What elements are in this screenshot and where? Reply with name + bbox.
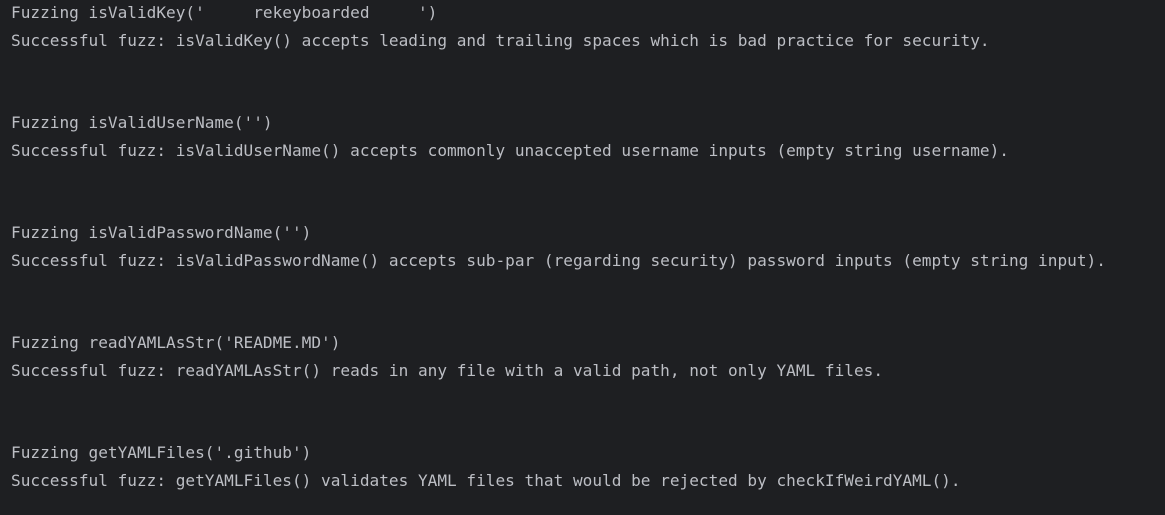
fuzz-input-line: Fuzzing isValidPasswordName(''): [11, 223, 312, 242]
fuzz-result-line: Successful fuzz: isValidPasswordName() a…: [11, 251, 1106, 270]
fuzz-result-line: Successful fuzz: isValidKey() accepts le…: [11, 31, 990, 50]
fuzz-input-line: Fuzzing getYAMLFiles('.github'): [11, 443, 312, 462]
fuzz-result-line: Successful fuzz: getYAMLFiles() validate…: [11, 471, 961, 490]
fuzz-input-line: Fuzzing isValidUserName(''): [11, 113, 273, 132]
fuzz-input-line: Fuzzing readYAMLAsStr('README.MD'): [11, 333, 341, 352]
fuzz-result-line: Successful fuzz: readYAMLAsStr() reads i…: [11, 361, 884, 380]
fuzz-input-line: Fuzzing isValidKey(' rekeyboarded '): [11, 3, 438, 22]
console-output: Fuzzing isValidKey(' rekeyboarded ') Suc…: [0, 0, 1165, 515]
fuzz-result-line: Successful fuzz: isValidUserName() accep…: [11, 141, 1009, 160]
